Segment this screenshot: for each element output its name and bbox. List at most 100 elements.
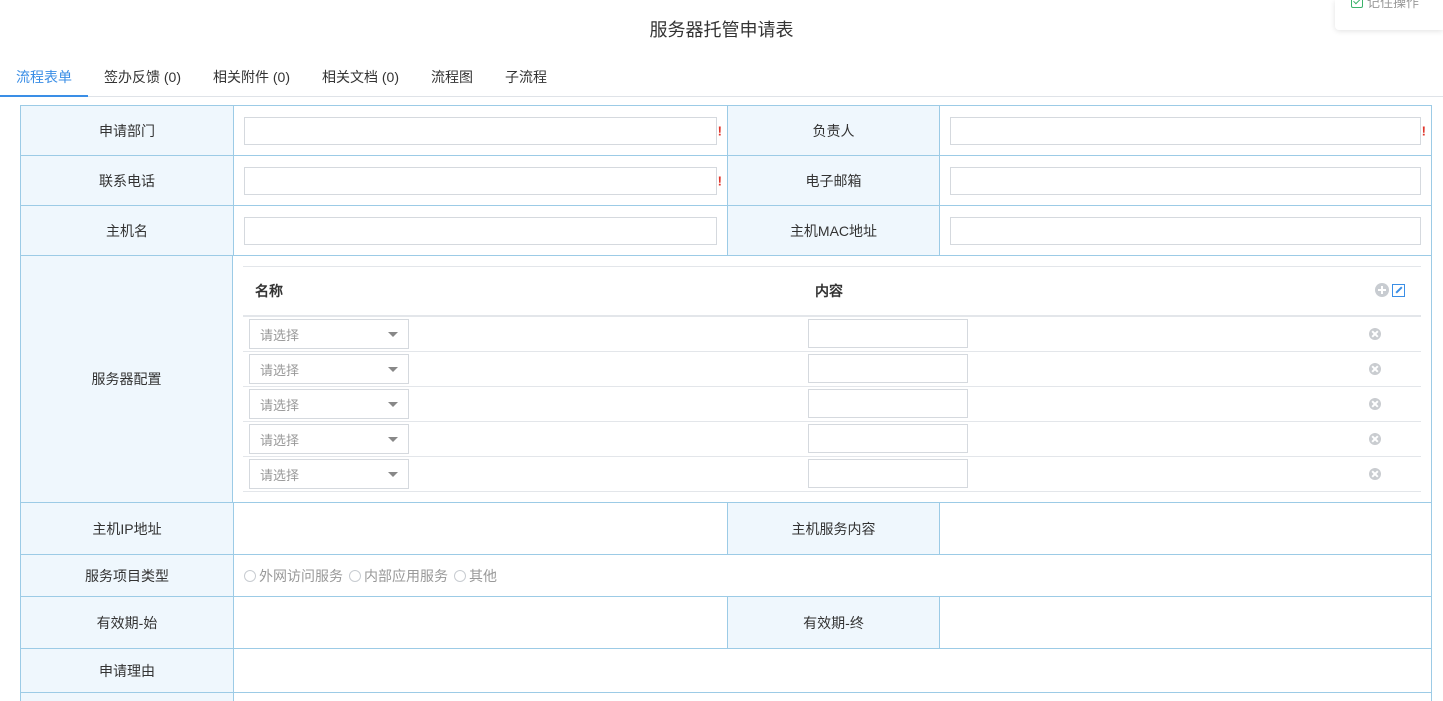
page-title: 服务器托管申请表 <box>649 20 794 40</box>
caret-down-icon <box>388 472 398 477</box>
server-config-header: 名称 内容 <box>243 267 1421 317</box>
caret-down-icon <box>388 367 398 372</box>
select-placeholder: 请选择 <box>260 362 300 378</box>
radio-external-access[interactable]: 外网访问服务 <box>244 566 343 586</box>
header-actions <box>1375 283 1405 297</box>
tab-attachments[interactable]: 相关附件 (0) <box>197 58 306 97</box>
cell-email <box>939 156 1431 205</box>
radio-label: 其他 <box>469 567 497 584</box>
column-header-content: 内容 <box>815 283 843 299</box>
form-row-hostname: 主机名 主机MAC地址 <box>20 205 1432 255</box>
department-input[interactable] <box>244 116 717 145</box>
table-row: 请选择 <box>243 422 1421 457</box>
label-email: 电子邮箱 <box>727 156 939 205</box>
content-input[interactable] <box>808 354 968 383</box>
valid-to-value[interactable] <box>939 597 1431 648</box>
select-placeholder: 请选择 <box>260 397 300 413</box>
name-select[interactable]: 请选择 <box>249 389 409 419</box>
radio-label: 内部应用服务 <box>364 567 448 584</box>
radio-label: 外网访问服务 <box>259 567 343 584</box>
caret-down-icon <box>388 402 398 407</box>
batch-edit-icon[interactable] <box>1392 283 1405 297</box>
cell-server-config: 名称 内容 请选择 请选择 请选择 请选择 请选择 <box>232 256 1431 502</box>
cell-service-type: 外网访问服务 内部应用服务 其他 <box>233 555 1431 596</box>
label-valid-from: 有效期-始 <box>21 597 233 648</box>
tab-subprocess[interactable]: 子流程 <box>489 58 563 97</box>
label-hostname: 主机名 <box>21 206 233 255</box>
required-mark: ! <box>717 173 722 188</box>
form-row-ip: 主机IP地址 主机服务内容 <box>20 502 1432 554</box>
add-row-icon[interactable] <box>1375 283 1389 297</box>
name-select[interactable]: 请选择 <box>249 459 409 489</box>
cell-person-in-charge: ! <box>939 106 1431 155</box>
tab-bar: 流程表单 签办反馈 (0) 相关附件 (0) 相关文档 (0) 流程图 子流程 <box>0 58 1443 97</box>
form-row-validity: 有效期-始 有效期-终 <box>20 596 1432 648</box>
cell-phone: ! <box>233 156 727 205</box>
caret-down-icon <box>388 332 398 337</box>
delete-row-icon[interactable] <box>1369 363 1381 375</box>
table-row: 请选择 <box>243 317 1421 352</box>
delete-row-icon[interactable] <box>1369 398 1381 410</box>
form-row-department: 申请部门 ! 负责人 ! <box>20 105 1432 155</box>
content-input[interactable] <box>808 319 968 348</box>
radio-circle-icon <box>244 569 256 582</box>
delete-row-icon[interactable] <box>1369 328 1381 340</box>
tab-related-docs[interactable]: 相关文档 (0) <box>306 58 415 97</box>
tab-flowchart[interactable]: 流程图 <box>415 58 489 97</box>
hostname-input[interactable] <box>244 216 717 245</box>
delete-row-icon[interactable] <box>1369 468 1381 480</box>
label-host-service-content: 主机服务内容 <box>727 503 939 554</box>
form-row-server-config: 服务器配置 名称 内容 请选择 请选择 请选择 请选择 请选择 <box>20 255 1432 502</box>
cell-mac-address <box>939 206 1431 255</box>
service-type-radio-group: 外网访问服务 内部应用服务 其他 <box>244 566 497 586</box>
name-select[interactable]: 请选择 <box>249 424 409 454</box>
label-reason: 申请理由 <box>21 649 233 692</box>
email-input[interactable] <box>950 166 1421 195</box>
remember-operation-label: 记住操作 <box>1367 0 1420 10</box>
form-row-service-type: 服务项目类型 外网访问服务 内部应用服务 其他 <box>20 554 1432 596</box>
content-input[interactable] <box>808 389 968 418</box>
host-ip-value[interactable] <box>233 503 727 554</box>
table-row: 请选择 <box>243 387 1421 422</box>
page: 记住操作 服务器托管申请表 流程表单 签办反馈 (0) 相关附件 (0) 相关文… <box>0 0 1443 701</box>
cell-department: ! <box>233 106 727 155</box>
cell-hostname <box>233 206 727 255</box>
content-input[interactable] <box>808 459 968 488</box>
label-server-config: 服务器配置 <box>21 256 232 502</box>
label-service-type: 服务项目类型 <box>21 555 233 596</box>
select-placeholder: 请选择 <box>260 327 300 343</box>
table-row: 请选择 <box>243 457 1421 492</box>
radio-circle-icon <box>454 569 466 582</box>
remember-operation-toggle[interactable]: 记住操作 <box>1351 0 1419 11</box>
form-row-phone: 联系电话 ! 电子邮箱 <box>20 155 1432 205</box>
phone-input[interactable] <box>244 166 717 195</box>
valid-from-value[interactable] <box>233 597 727 648</box>
server-config-table: 名称 内容 请选择 请选择 请选择 请选择 请选择 <box>243 266 1421 492</box>
person-in-charge-input[interactable] <box>950 116 1421 145</box>
required-mark: ! <box>1421 123 1426 138</box>
tab-feedback[interactable]: 签办反馈 (0) <box>88 58 197 97</box>
server-config-wrapper: 名称 内容 请选择 请选择 请选择 请选择 请选择 <box>233 256 1431 502</box>
column-header-name: 名称 <box>255 283 283 299</box>
name-select[interactable]: 请选择 <box>249 319 409 349</box>
form-row-next <box>20 692 1432 701</box>
label-valid-to: 有效期-终 <box>727 597 939 648</box>
reason-value[interactable] <box>233 649 1431 692</box>
form-row-reason: 申请理由 <box>20 648 1432 692</box>
radio-circle-icon <box>349 569 361 582</box>
table-row: 请选择 <box>243 352 1421 387</box>
tab-process-form[interactable]: 流程表单 <box>0 58 88 97</box>
mac-address-input[interactable] <box>950 216 1421 245</box>
label-next <box>21 693 233 701</box>
label-person-in-charge: 负责人 <box>727 106 939 155</box>
label-department: 申请部门 <box>21 106 233 155</box>
radio-other[interactable]: 其他 <box>454 566 497 586</box>
next-value <box>233 693 1431 701</box>
delete-row-icon[interactable] <box>1369 433 1381 445</box>
label-phone: 联系电话 <box>21 156 233 205</box>
caret-down-icon <box>388 437 398 442</box>
host-service-content-value[interactable] <box>939 503 1431 554</box>
name-select[interactable]: 请选择 <box>249 354 409 384</box>
content-input[interactable] <box>808 424 968 453</box>
radio-internal-app[interactable]: 内部应用服务 <box>349 566 448 586</box>
